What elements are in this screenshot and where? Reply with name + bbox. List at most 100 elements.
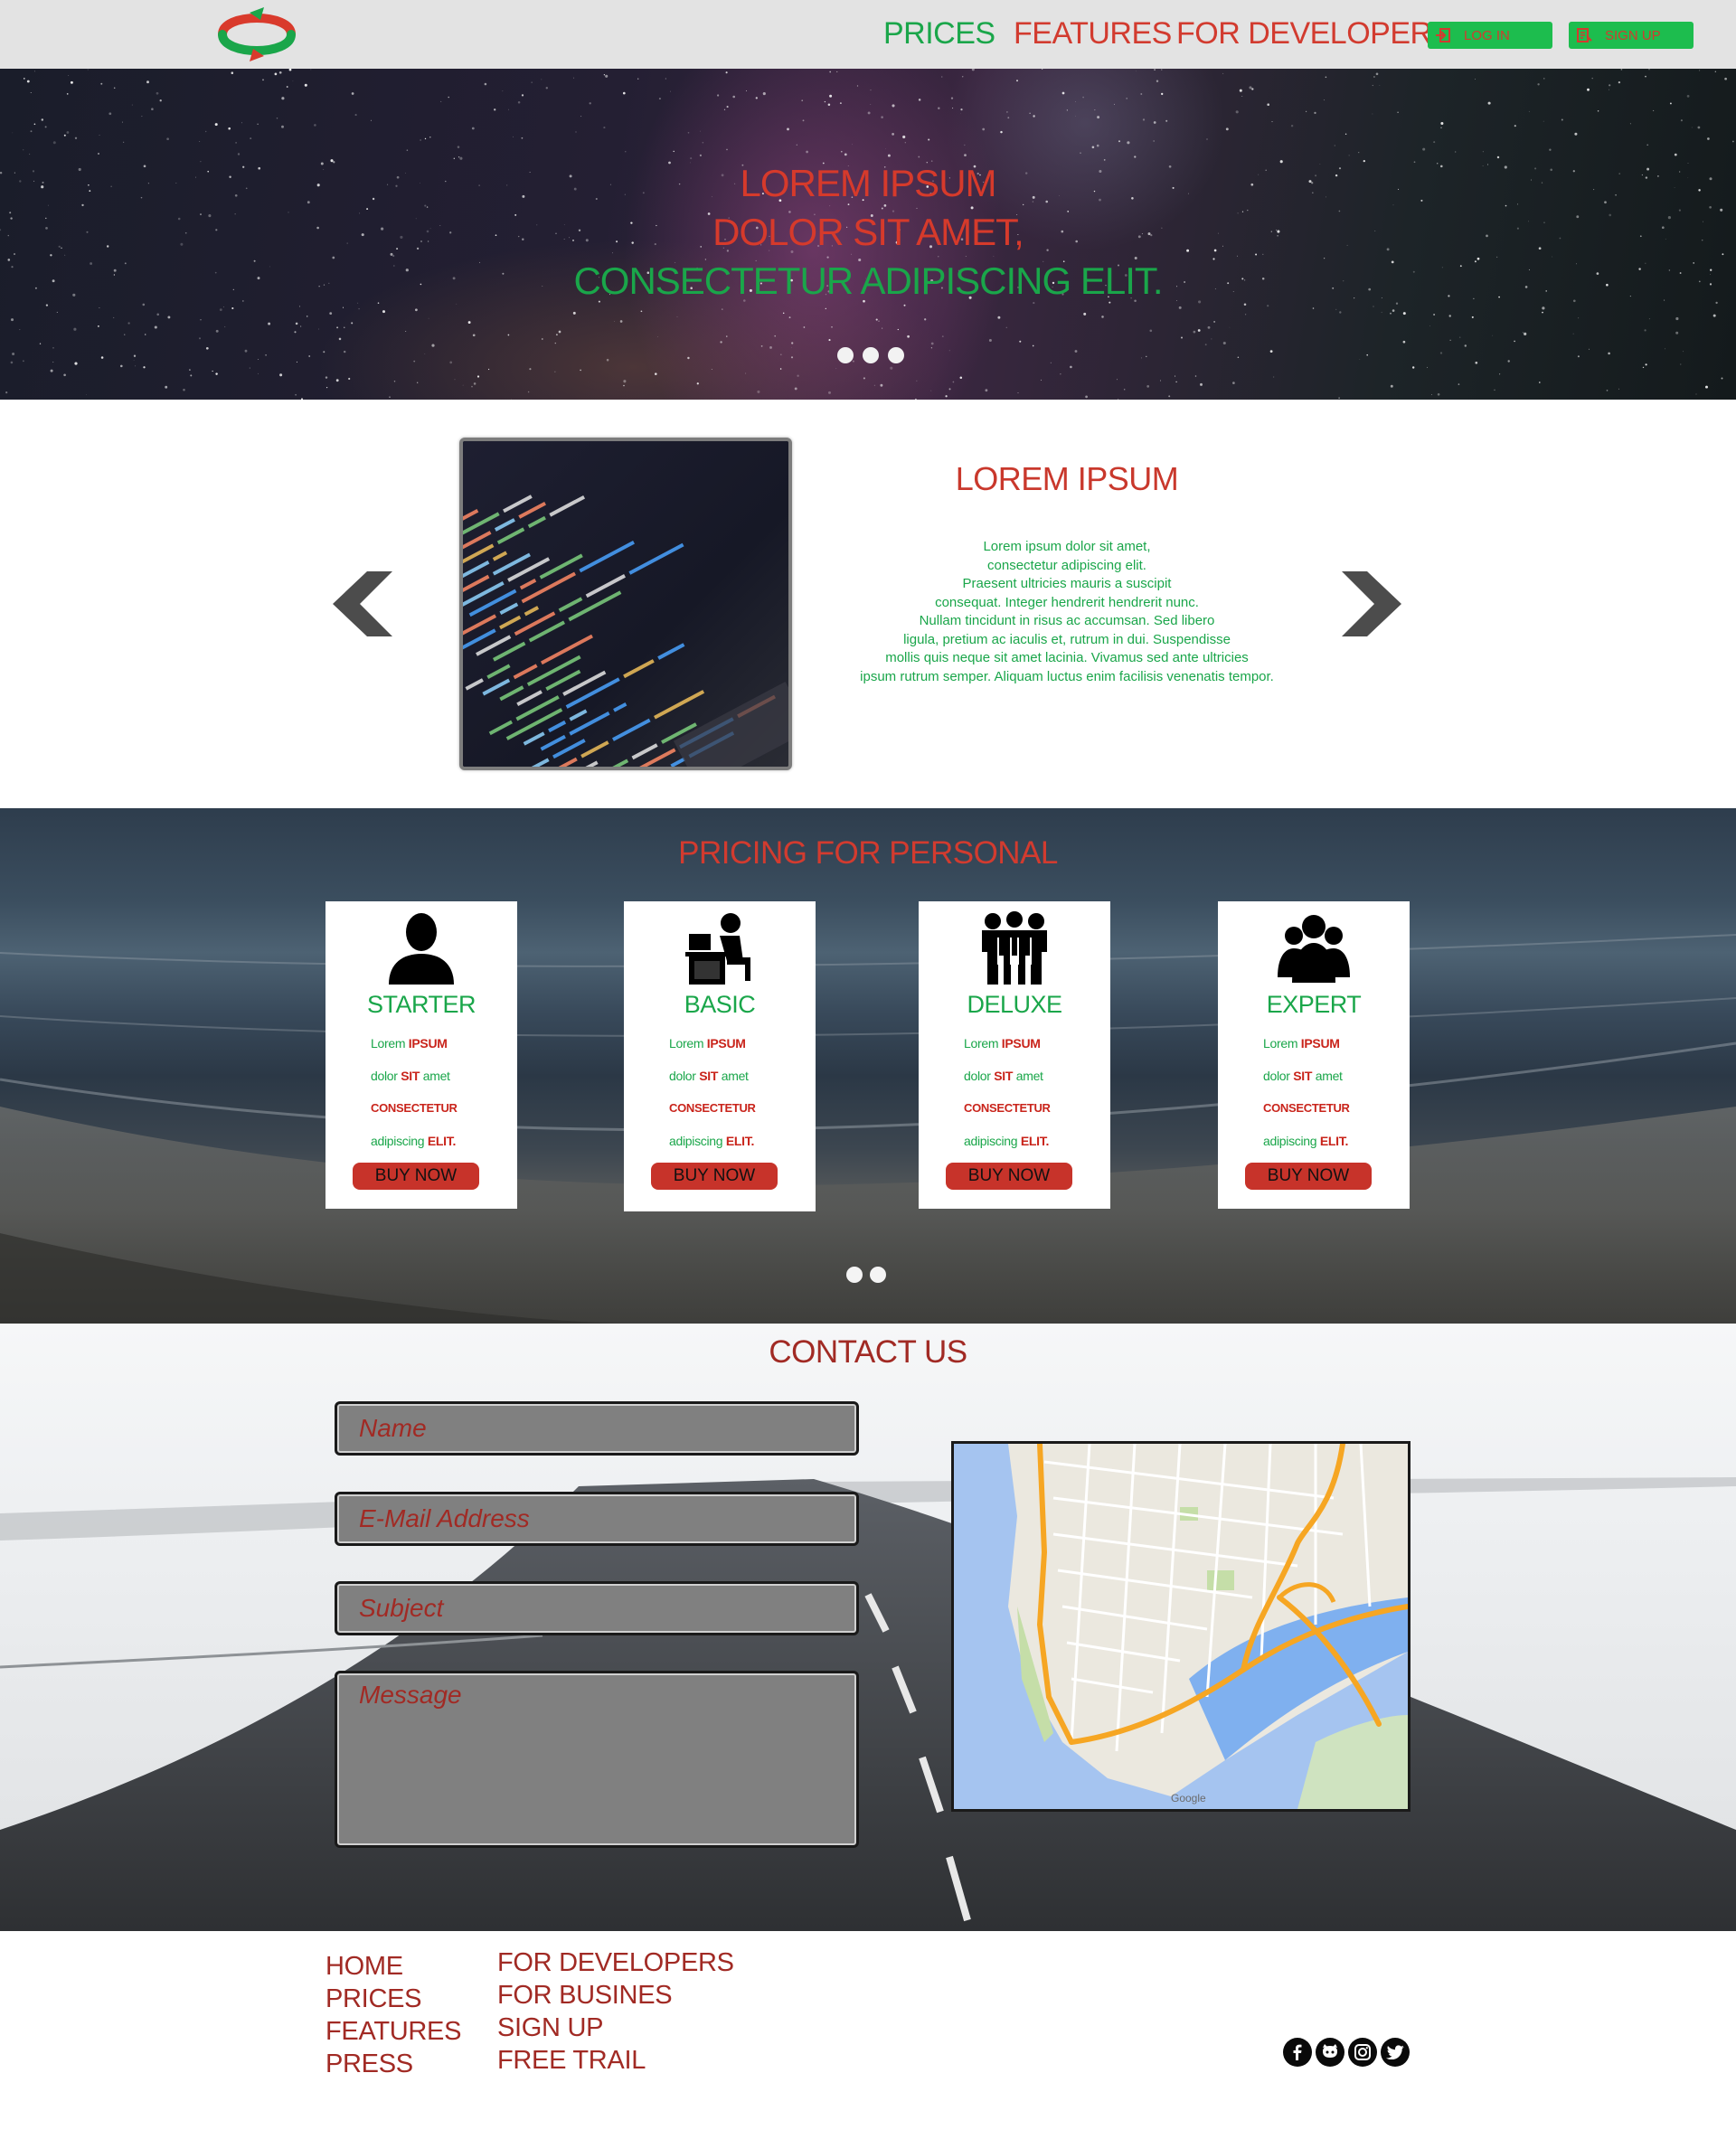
twitter-icon[interactable] [1381, 2038, 1410, 2067]
star [1194, 375, 1197, 377]
star [1005, 326, 1007, 328]
star [392, 254, 395, 258]
star [237, 153, 241, 155]
slider-dot[interactable] [863, 347, 879, 363]
email-input[interactable] [337, 1494, 856, 1543]
star [1243, 303, 1247, 306]
star [66, 131, 70, 134]
nav-for-developers[interactable]: FOR DEVELOPERS [1176, 16, 1452, 52]
subject-field[interactable] [335, 1581, 859, 1635]
star [288, 69, 292, 71]
logo-icon[interactable] [210, 4, 304, 65]
card-text-highlight: SIT [994, 1069, 1014, 1083]
star [1675, 331, 1679, 335]
message-textarea[interactable] [337, 1673, 856, 1845]
star [844, 153, 847, 156]
footer-link-home[interactable]: HOME [326, 1950, 461, 1983]
star [382, 310, 386, 314]
nav-features[interactable]: FEATURES [1014, 16, 1172, 52]
nav-prices[interactable]: PRICES [883, 16, 995, 52]
star [1620, 69, 1623, 71]
location-map[interactable]: Google [951, 1441, 1410, 1812]
star [1372, 113, 1373, 115]
message-field[interactable] [335, 1671, 859, 1848]
plan-name: BASIC [684, 991, 756, 1018]
star [473, 382, 476, 385]
star [131, 104, 133, 106]
star [472, 334, 476, 337]
slider-dot[interactable] [846, 1267, 863, 1283]
star [1675, 316, 1679, 321]
star [1168, 395, 1171, 398]
star [875, 318, 878, 321]
star [1082, 96, 1084, 99]
star [198, 337, 202, 340]
star [1422, 147, 1426, 151]
star [1648, 69, 1650, 71]
star [274, 72, 278, 76]
buy-now-button[interactable]: BUY NOW [353, 1163, 479, 1190]
github-icon[interactable] [1316, 2038, 1344, 2067]
star [1290, 124, 1294, 127]
star [323, 351, 326, 353]
chevron-right-icon[interactable] [1342, 571, 1401, 636]
feature-text-line: consectetur adipiscing elit. [987, 557, 1146, 573]
footer-link-free-trial[interactable]: FREE TRAIL [497, 2044, 734, 2077]
star [791, 342, 794, 344]
feature-text-line: ligula, pretium ac iaculis et, rutrum in… [903, 631, 1231, 647]
star [336, 326, 339, 329]
footer-link-sign-up[interactable]: SIGN UP [497, 2012, 734, 2044]
star [1475, 79, 1476, 80]
star [941, 335, 944, 337]
star [971, 69, 975, 71]
footer-link-features[interactable]: FEATURES [326, 2015, 461, 2048]
star [959, 376, 963, 379]
star [133, 360, 135, 361]
star [417, 382, 419, 383]
email-field[interactable] [335, 1492, 859, 1546]
star [314, 124, 316, 127]
card-text: adipiscing [964, 1134, 1021, 1148]
star [30, 130, 33, 133]
star [1433, 314, 1436, 316]
star [1097, 116, 1100, 119]
buy-now-button[interactable]: BUY NOW [946, 1163, 1072, 1190]
slider-dot[interactable] [870, 1267, 886, 1283]
buy-now-button[interactable]: BUY NOW [651, 1163, 778, 1190]
star [86, 394, 88, 396]
footer-link-for-developers[interactable]: FOR DEVELOPERS [497, 1946, 734, 1979]
star [852, 144, 853, 146]
name-field[interactable] [335, 1401, 859, 1456]
login-button[interactable]: LOG IN [1428, 22, 1552, 49]
star [687, 356, 690, 360]
card-text: Lorem [371, 1036, 409, 1051]
star [1721, 377, 1723, 380]
footer-link-for-business[interactable]: FOR BUSINES [497, 1979, 734, 2012]
star [258, 372, 259, 374]
star [113, 87, 116, 90]
card-text: Lorem [669, 1036, 707, 1051]
star [1646, 144, 1649, 146]
star [335, 379, 339, 382]
chevron-left-icon[interactable] [333, 571, 392, 636]
footer-link-press[interactable]: PRESS [326, 2048, 461, 2080]
code-image-icon [463, 441, 788, 767]
signup-button[interactable]: SIGN UP [1569, 22, 1694, 49]
slider-dot[interactable] [837, 347, 854, 363]
instagram-icon[interactable] [1348, 2038, 1377, 2067]
star [558, 330, 561, 334]
star [214, 123, 218, 127]
star [1161, 92, 1164, 96]
star [702, 141, 704, 144]
star [338, 337, 342, 341]
buy-now-button[interactable]: BUY NOW [1245, 1163, 1372, 1190]
facebook-icon[interactable] [1283, 2038, 1312, 2067]
footer-link-prices[interactable]: PRICES [326, 1983, 461, 2015]
star [52, 362, 54, 363]
name-input[interactable] [337, 1404, 856, 1453]
star [156, 313, 159, 316]
star [791, 346, 792, 348]
subject-input[interactable] [337, 1584, 856, 1633]
slider-dot[interactable] [888, 347, 904, 363]
star [1080, 152, 1081, 155]
